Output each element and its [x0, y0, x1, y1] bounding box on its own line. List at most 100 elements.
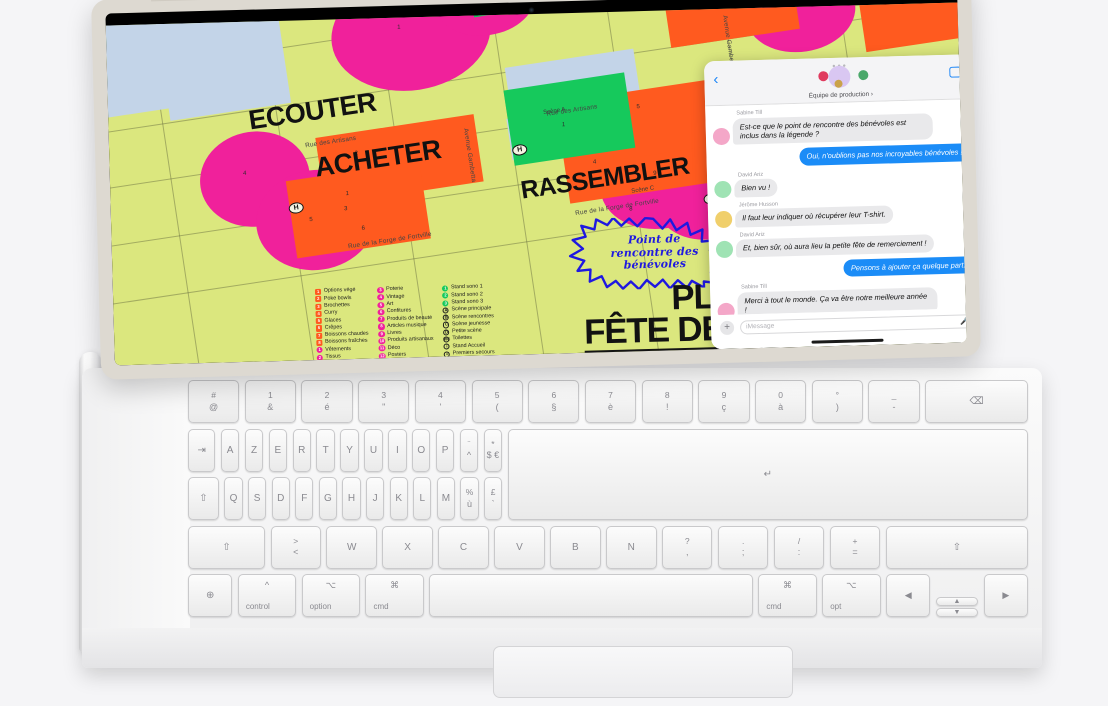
key-u[interactable]: U [364, 428, 383, 472]
message-bubble-outgoing[interactable]: Pensons à ajouter ça quelque part. [843, 256, 967, 277]
key-e[interactable]: E [268, 428, 288, 472]
key-z[interactable]: Z [244, 428, 264, 472]
key-é[interactable]: 2é [301, 380, 353, 423]
key-,[interactable]: ?, [662, 525, 713, 569]
group-avatar-1[interactable] [818, 71, 829, 82]
group-avatar-3[interactable] [858, 69, 869, 81]
avatar[interactable] [714, 180, 732, 199]
key-![interactable]: 8! [641, 380, 693, 423]
key-p[interactable]: P [435, 428, 455, 472]
key-j[interactable]: J [366, 477, 385, 520]
key-)[interactable]: °) [811, 380, 863, 423]
key--[interactable]: _ - [868, 380, 920, 423]
shift-right-key[interactable]: ⇧ [885, 525, 1029, 569]
imessage-input[interactable]: iMessage 🎤 [739, 313, 967, 335]
add-attachment-button[interactable]: + [719, 320, 735, 335]
trackpad[interactable] [493, 646, 793, 698]
key-=[interactable]: + = [829, 525, 881, 569]
option-key[interactable]: ⌥ option [301, 574, 360, 617]
key-^[interactable]: ¨ ^ [459, 428, 479, 472]
key-:[interactable]: /: [773, 525, 825, 569]
key-@[interactable]: # @ [188, 380, 240, 423]
map-section-word-ecouter: ECOUTER [246, 86, 379, 136]
key-lower-label: & [267, 401, 274, 412]
key-n[interactable]: N [606, 525, 657, 569]
command-right-key[interactable]: ⌘ cmd [758, 574, 817, 617]
key-ç[interactable]: 9ç [698, 380, 750, 423]
message-bubble-incoming[interactable]: Il faut leur indiquer où récupérer leur … [734, 205, 893, 228]
arrow-down-key[interactable]: ▼ [935, 608, 979, 617]
avatar[interactable] [714, 210, 733, 229]
key-à[interactable]: 0à [755, 380, 807, 423]
legend-column-3: 1 Stand sono 1 2 Stand sono 2 3 Stand sono 3A… [442, 284, 495, 358]
key-è[interactable]: 7è [584, 380, 637, 423]
key-i[interactable]: I [388, 428, 407, 472]
caps-lock-key[interactable]: ⇧ [188, 477, 219, 520]
video-camera-icon[interactable] [949, 66, 967, 78]
group-avatars[interactable] [804, 65, 877, 89]
option-right-key[interactable]: ⌥ opt [822, 574, 881, 617]
key-w[interactable]: W [326, 525, 377, 569]
messages-thread[interactable]: Sabine Till Est-ce que le point de rencon… [705, 99, 967, 316]
key-m[interactable]: M [436, 477, 455, 520]
arrow-right-key[interactable]: ▶ [983, 574, 1028, 617]
avatar[interactable] [717, 302, 735, 316]
key-;[interactable]: .; [717, 525, 769, 569]
key-c[interactable]: C [438, 525, 489, 569]
message-bubble-incoming[interactable]: Et, bien sûr, où aura lieu la petite fêt… [735, 234, 934, 258]
festival-map-canvas[interactable]: 145621987145355 ECOUTERACHETERRASSEMBLER… [105, 2, 967, 366]
messages-app-window[interactable]: ••• ‹ Équipe de production › Sabine Till… [703, 54, 967, 350]
shift-left-key[interactable]: ⇧ [188, 525, 266, 569]
key-d[interactable]: D [271, 477, 290, 520]
map-poi-h-icon[interactable]: H [287, 201, 305, 215]
key-s[interactable]: S [248, 477, 267, 520]
map-street-label: Rue de la Forge de Fortville [347, 230, 433, 251]
key-$€[interactable]: * $ € [483, 428, 503, 472]
legend-marker-icon: 4 [315, 310, 322, 318]
key-b[interactable]: B [550, 525, 601, 569]
key-o[interactable]: O [412, 428, 431, 472]
key-r[interactable]: R [292, 428, 311, 472]
avatar[interactable] [715, 240, 734, 258]
message-compose-bar[interactable]: + iMessage 🎤 [710, 307, 967, 350]
arrow-left-key[interactable]: ◀ [886, 574, 931, 617]
key-"[interactable]: 3 " [358, 380, 410, 423]
delete-key[interactable]: ⌫ [925, 380, 1028, 423]
key-`[interactable]: £ ` [484, 477, 503, 520]
legend-marker-icon: A [442, 307, 450, 314]
magic-keyboard[interactable]: # @1 & 2 é 3 " 4 ' 5(6 § 7 è 8! 9 ç 0 à °) _ - ⌫ ⇥ A Z E R T Y U I O P ¨ ^… [82, 368, 1042, 698]
globe-key[interactable]: ⊕ [188, 574, 233, 617]
message-bubble-incoming[interactable]: Bien vu ! [734, 178, 778, 198]
key-q[interactable]: Q [224, 477, 243, 520]
key-'[interactable]: 4 ' [414, 380, 467, 423]
microphone-icon[interactable]: 🎤 [960, 317, 966, 325]
key-y[interactable]: Y [340, 428, 359, 472]
key-g[interactable]: G [318, 477, 337, 520]
keyboard-row-numbers: # @1 & 2 é 3 " 4 ' 5(6 § 7 è 8! 9 ç 0 à °) _ - ⌫ [188, 380, 1028, 423]
key-§[interactable]: 6 § [528, 380, 580, 423]
return-key[interactable]: ↵ [507, 428, 1028, 520]
avatar[interactable] [712, 128, 731, 146]
map-poi-h-icon[interactable]: H [511, 143, 528, 157]
key-&[interactable]: 1 & [244, 380, 296, 423]
back-chevron-icon[interactable]: ‹ [713, 71, 718, 88]
command-left-key[interactable]: ⌘ cmd [365, 574, 424, 617]
message-bubble-incoming[interactable]: Est-ce que le point de rencontre des bén… [732, 112, 934, 146]
key-k[interactable]: K [389, 477, 408, 520]
key-a[interactable]: A [220, 428, 240, 472]
key-f[interactable]: F [295, 477, 314, 520]
key-l[interactable]: L [413, 477, 432, 520]
tab-key[interactable]: ⇥ [188, 428, 216, 472]
arrow-up-key[interactable]: ▲ [935, 597, 979, 606]
message-bubble-outgoing[interactable]: Oui, n'oublions pas nos incroyables béné… [799, 143, 967, 166]
key-v[interactable]: V [494, 525, 545, 569]
space-key[interactable] [429, 574, 753, 617]
key-h[interactable]: H [342, 477, 361, 520]
key-([interactable]: 5( [471, 380, 523, 423]
control-key[interactable]: ^ control [237, 574, 297, 617]
key-x[interactable]: X [382, 525, 433, 569]
keyboard-keys-area[interactable]: # @1 & 2 é 3 " 4 ' 5(6 § 7 è 8! 9 ç 0 à °) _ - ⌫ ⇥ A Z E R T Y U I O P ¨ ^… [188, 380, 1029, 617]
key-ù[interactable]: % ù [460, 477, 479, 520]
key-<[interactable]: > < [270, 525, 321, 569]
key-t[interactable]: T [316, 428, 335, 472]
